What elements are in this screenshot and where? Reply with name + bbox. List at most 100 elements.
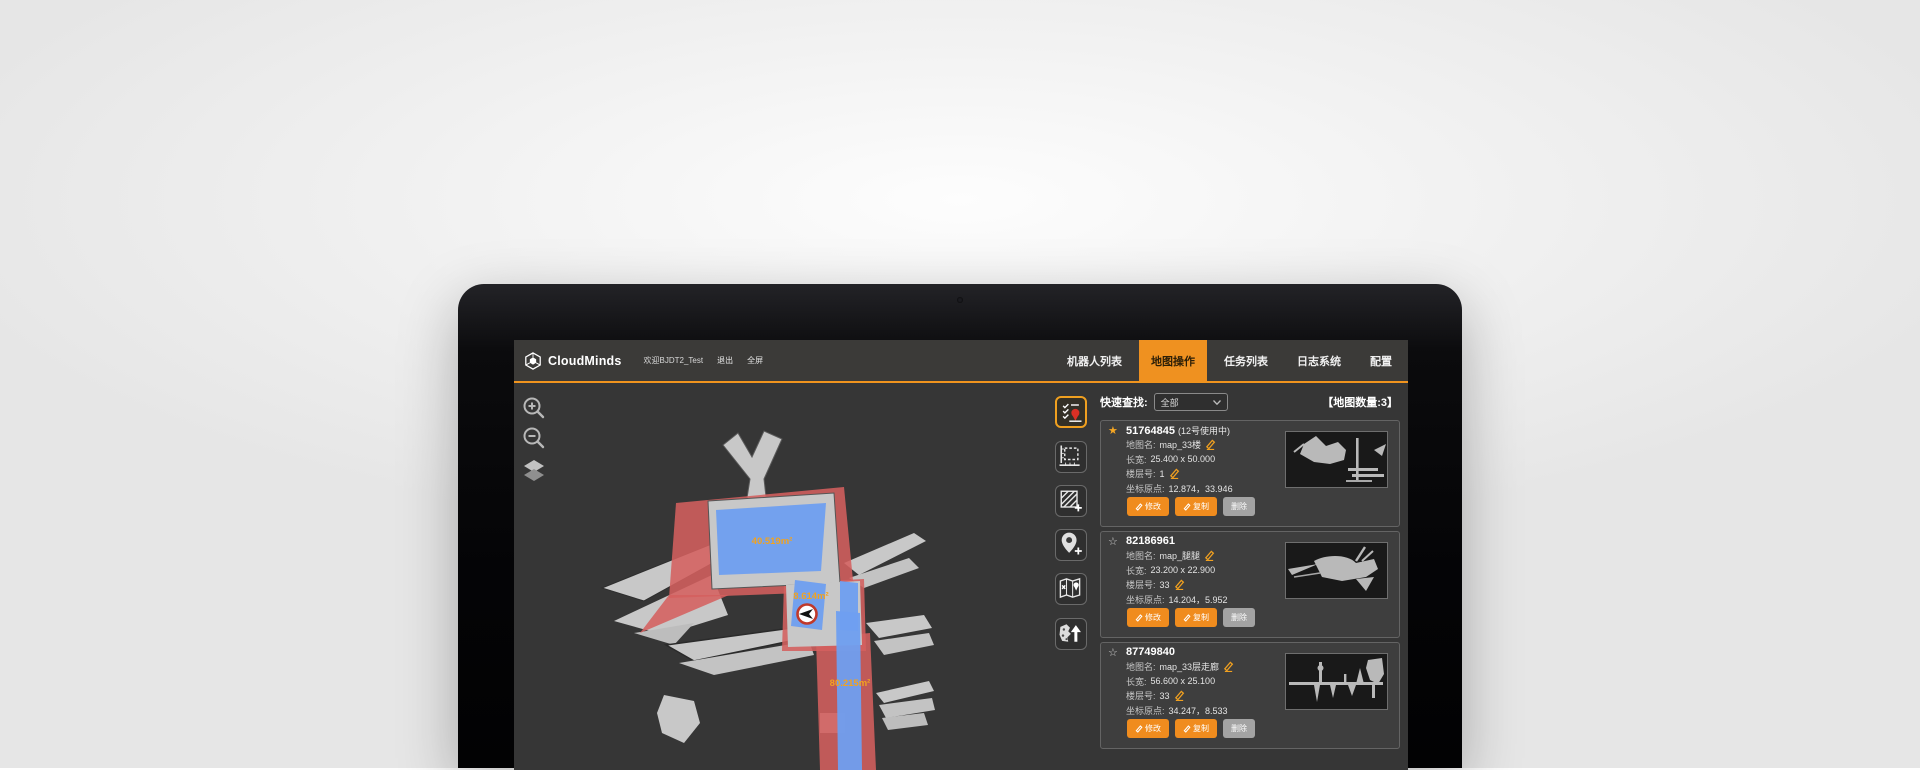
area-label-2: 8.614m² (793, 591, 828, 602)
map-in-use-badge: (12号使用中) (1178, 426, 1230, 436)
edit-pencil-icon (1135, 725, 1143, 733)
zoom-in-button[interactable] (521, 395, 547, 421)
copy-map-button[interactable]: 复制 (1175, 497, 1217, 516)
layers-icon (521, 457, 547, 483)
brand: CloudMinds (524, 352, 622, 370)
map-thumbnail[interactable] (1285, 653, 1388, 710)
map-thumbnail-image (1286, 654, 1387, 709)
task-points-icon (1057, 398, 1085, 426)
delete-map-button[interactable]: 删除 (1223, 608, 1255, 627)
edit-map-button[interactable]: 修改 (1127, 719, 1169, 738)
content-area: 40.519m² 8.614m² 80.215m² (514, 383, 1408, 770)
edit-pencil-icon (1183, 503, 1191, 511)
map-id-row: 87749840 (1126, 646, 1175, 658)
app-window: CloudMinds 欢迎BJDT2_Test 退出 全屏 机器人列表 地图操作… (514, 340, 1408, 770)
measure-area-icon (1056, 442, 1084, 470)
map-size-row: 长宽: 25.400 x 50.000 (1126, 453, 1215, 466)
delete-map-button[interactable]: 删除 (1223, 497, 1255, 516)
favorite-star-outline[interactable]: ☆ (1108, 535, 1118, 548)
cloudminds-logo-icon (524, 352, 542, 370)
user-meta: 欢迎BJDT2_Test 退出 全屏 (644, 355, 764, 366)
brand-name: CloudMinds (548, 354, 622, 368)
edit-pencil-icon[interactable] (1205, 439, 1216, 450)
edit-pencil-icon (1135, 614, 1143, 622)
edit-pencil-icon[interactable] (1223, 661, 1234, 672)
tab-config[interactable]: 配置 (1358, 340, 1404, 381)
top-nav: CloudMinds 欢迎BJDT2_Test 退出 全屏 机器人列表 地图操作… (514, 340, 1408, 381)
desktop-background: CloudMinds 欢迎BJDT2_Test 退出 全屏 机器人列表 地图操作… (0, 0, 1920, 768)
welcome-text: 欢迎BJDT2_Test (644, 355, 704, 366)
toolbar-task-points-button[interactable] (1055, 396, 1087, 428)
map-id-row: 51764845 (12号使用中) (1126, 424, 1230, 437)
edit-map-button[interactable]: 修改 (1127, 497, 1169, 516)
map-name-row: 地图名: map_33层走廊 (1126, 660, 1234, 673)
area-label-3: 80.215m² (830, 678, 871, 689)
map-list-panel: 快速查找: 全部 【地图数量:3】 ★ 51764845 (1100, 391, 1400, 763)
map-id: 51764845 (1126, 425, 1175, 437)
map-origin-row: 坐标原点: 12.874，33.946 (1126, 482, 1233, 495)
tab-log-system[interactable]: 日志系统 (1285, 340, 1353, 381)
copy-map-button[interactable]: 复制 (1175, 719, 1217, 738)
quick-find-selected-value: 全部 (1161, 396, 1179, 409)
quick-find-label: 快速查找: (1100, 394, 1148, 410)
map-card-2: ☆ 82186961 地图名: map_腿腿 (1100, 531, 1400, 638)
tab-robot-list[interactable]: 机器人列表 (1055, 340, 1134, 381)
folded-map-pin-icon (1056, 574, 1084, 602)
map-name-row: 地图名: map_腿腿 (1126, 549, 1215, 562)
logout-link[interactable]: 退出 (717, 355, 733, 366)
map-upload-icon (1056, 619, 1084, 647)
monitor-bezel: CloudMinds 欢迎BJDT2_Test 退出 全屏 机器人列表 地图操作… (458, 284, 1462, 768)
zoom-out-button[interactable] (521, 425, 547, 451)
map-size-row: 长宽: 23.200 x 22.900 (1126, 564, 1215, 577)
card-buttons: 修改 复制 删除 (1127, 719, 1255, 738)
toolbar-map-marker-button[interactable] (1055, 573, 1087, 605)
map-thumbnail[interactable] (1285, 431, 1388, 488)
edit-pencil-icon (1183, 614, 1191, 622)
add-location-pin-icon (1056, 530, 1084, 558)
edit-map-button[interactable]: 修改 (1127, 608, 1169, 627)
map-id: 87749840 (1126, 646, 1175, 658)
virtual-wall-add-icon (1056, 486, 1084, 514)
copy-map-button[interactable]: 复制 (1175, 608, 1217, 627)
edit-pencil-icon[interactable] (1174, 690, 1185, 701)
favorite-star-filled[interactable]: ★ (1108, 424, 1118, 437)
map-name-row: 地图名: map_33楼 (1126, 438, 1216, 451)
area-label-1: 40.519m² (752, 536, 793, 547)
toolbar-map-upload-button[interactable] (1055, 618, 1087, 650)
webcam-dot (957, 297, 963, 303)
edit-pencil-icon (1183, 725, 1191, 733)
quick-find-select[interactable]: 全部 (1154, 393, 1228, 411)
map-card-1: ★ 51764845 (12号使用中) 地图名: map_33楼 (1100, 420, 1400, 527)
map-thumbnail-image (1286, 432, 1387, 487)
toolbar-add-point-button[interactable] (1055, 529, 1087, 561)
favorite-star-outline[interactable]: ☆ (1108, 646, 1118, 659)
delete-map-button[interactable]: 删除 (1223, 719, 1255, 738)
map-thumbnail[interactable] (1285, 542, 1388, 599)
zoom-out-icon (521, 425, 547, 451)
edit-pencil-icon[interactable] (1174, 579, 1185, 590)
nav-tabs: 机器人列表 地图操作 任务列表 日志系统 配置 (1050, 340, 1404, 381)
chevron-down-icon (1213, 400, 1221, 405)
fullscreen-link[interactable]: 全屏 (747, 355, 763, 366)
map-card-3: ☆ 87749840 地图名: map_33层走廊 (1100, 642, 1400, 749)
map-floor-row: 楼层号: 1 (1126, 467, 1180, 480)
map-floor-row: 楼层号: 33 (1126, 578, 1185, 591)
robot-pose-marker[interactable] (798, 605, 817, 624)
map-size-row: 长宽: 56.600 x 25.100 (1126, 675, 1215, 688)
map-origin-row: 坐标原点: 34.247，8.533 (1126, 704, 1228, 717)
tab-map-operation[interactable]: 地图操作 (1139, 340, 1207, 381)
map-id: 82186961 (1126, 535, 1175, 547)
toolbar-virtual-wall-button[interactable] (1055, 485, 1087, 517)
map-thumbnail-image (1286, 543, 1387, 598)
map-count-label: 【地图数量:3】 (1322, 394, 1398, 410)
edit-pencil-icon[interactable] (1169, 468, 1180, 479)
card-buttons: 修改 复制 删除 (1127, 608, 1255, 627)
edit-pencil-icon[interactable] (1204, 550, 1215, 561)
tab-task-list[interactable]: 任务列表 (1212, 340, 1280, 381)
edit-pencil-icon (1135, 503, 1143, 511)
toolbar-measure-area-button[interactable] (1055, 441, 1087, 473)
map-origin-row: 坐标原点: 14.204，5.952 (1126, 593, 1228, 606)
map-floor-row: 楼层号: 33 (1126, 689, 1185, 702)
card-buttons: 修改 复制 删除 (1127, 497, 1255, 516)
layers-button[interactable] (521, 457, 547, 483)
